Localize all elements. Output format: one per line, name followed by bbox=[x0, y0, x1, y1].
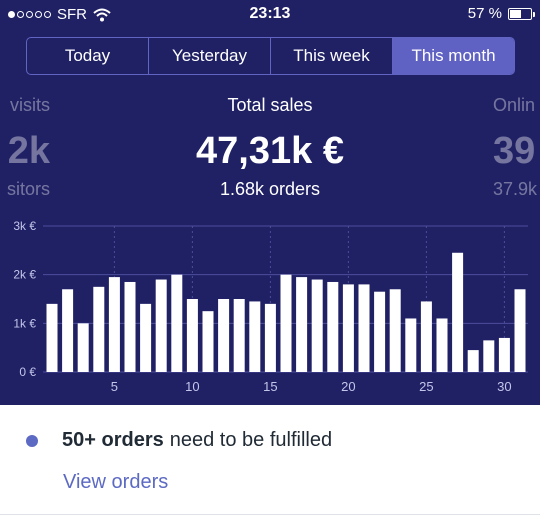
bar-day-11 bbox=[202, 311, 214, 372]
metric-card-total-sales[interactable]: Total sales 47,31k € 1.68k orders bbox=[120, 95, 420, 200]
status-dot-icon bbox=[26, 434, 38, 447]
x-tick-label: 5 bbox=[111, 379, 118, 394]
bar-day-14 bbox=[249, 301, 261, 372]
metric-label: visits bbox=[10, 95, 50, 115]
bar-day-21 bbox=[358, 284, 370, 372]
bar-day-27 bbox=[452, 252, 464, 372]
bar-day-19 bbox=[327, 281, 339, 372]
tab-this-week[interactable]: This week bbox=[271, 38, 393, 74]
notice-text: need to be fulfilled bbox=[169, 429, 333, 451]
bar-day-16 bbox=[280, 274, 292, 372]
metric-card-visits[interactable]: visits 2k sitors bbox=[0, 95, 50, 200]
bar-day-5 bbox=[108, 277, 120, 372]
fulfillment-card: 50+ orders need to be fulfilled View ord… bbox=[0, 405, 540, 515]
bar-day-6 bbox=[124, 281, 136, 372]
metric-sub: sitors bbox=[6, 179, 50, 199]
bar-day-7 bbox=[140, 303, 152, 372]
bar-day-9 bbox=[171, 274, 183, 372]
battery-level bbox=[510, 9, 522, 18]
x-tick-label: 30 bbox=[497, 379, 511, 394]
metric-sub: 1.68k orders bbox=[219, 179, 321, 199]
metric-value: 39 bbox=[493, 130, 536, 172]
metric-sub: 37.9k bbox=[493, 179, 538, 199]
x-tick-label: 25 bbox=[419, 379, 433, 394]
bar-day-8 bbox=[155, 279, 167, 372]
bar-day-28 bbox=[467, 350, 479, 372]
bar-day-18 bbox=[311, 279, 323, 372]
metric-card-online[interactable]: Onlin 39 37.9k bbox=[493, 95, 540, 200]
x-tick-label: 20 bbox=[341, 379, 355, 394]
metric-value: 2k bbox=[7, 130, 50, 172]
metric-value: 47,31k € bbox=[196, 130, 344, 172]
y-tick-label: 3k € bbox=[13, 219, 36, 233]
bar-day-12 bbox=[218, 299, 230, 372]
y-tick-label: 2k € bbox=[13, 268, 36, 282]
x-tick-label: 15 bbox=[263, 379, 277, 394]
bar-day-24 bbox=[405, 318, 417, 372]
fulfillment-notice: 50+ orders need to be fulfilled bbox=[26, 429, 332, 452]
tab-yesterday[interactable]: Yesterday bbox=[149, 38, 271, 74]
orders-count: 50+ orders bbox=[62, 429, 164, 451]
bar-day-29 bbox=[483, 340, 495, 372]
bar-day-10 bbox=[186, 299, 198, 372]
bar-day-25 bbox=[420, 301, 432, 372]
y-tick-label: 1k € bbox=[13, 316, 36, 330]
bar-day-17 bbox=[296, 277, 308, 372]
metric-label: Total sales bbox=[227, 95, 313, 115]
bar-day-4 bbox=[93, 286, 105, 372]
status-bar: SFR 23:13 57 % bbox=[0, 0, 540, 30]
bar-day-3 bbox=[77, 323, 89, 372]
bar-day-23 bbox=[389, 289, 401, 372]
period-selector: Today Yesterday This week This month bbox=[26, 37, 515, 75]
metric-label: Onlin bbox=[493, 95, 536, 115]
bar-day-2 bbox=[62, 289, 74, 372]
battery-percent: 57 % bbox=[467, 5, 502, 22]
bar-day-30 bbox=[498, 337, 510, 372]
tab-this-month[interactable]: This month bbox=[393, 38, 514, 74]
tab-today[interactable]: Today bbox=[27, 38, 149, 74]
bar-day-15 bbox=[264, 303, 276, 372]
bar-day-20 bbox=[342, 284, 354, 372]
bar-day-31 bbox=[514, 289, 526, 372]
bar-day-22 bbox=[374, 291, 386, 372]
bar-day-1 bbox=[46, 303, 58, 372]
dashboard-header: SFR 23:13 57 % Today Yesterday This week… bbox=[0, 0, 540, 405]
y-tick-label: 0 € bbox=[19, 365, 36, 379]
bar-day-26 bbox=[436, 318, 448, 372]
sales-bar-chart: 0 € 1k € 2k € 3k € 5 10 15 20 25 30 bbox=[13, 219, 528, 394]
clock: 23:13 bbox=[249, 5, 291, 22]
x-tick-label: 10 bbox=[185, 379, 199, 394]
view-orders-link[interactable]: View orders bbox=[63, 471, 168, 494]
bar-day-13 bbox=[233, 299, 245, 372]
battery-icon bbox=[508, 7, 535, 20]
